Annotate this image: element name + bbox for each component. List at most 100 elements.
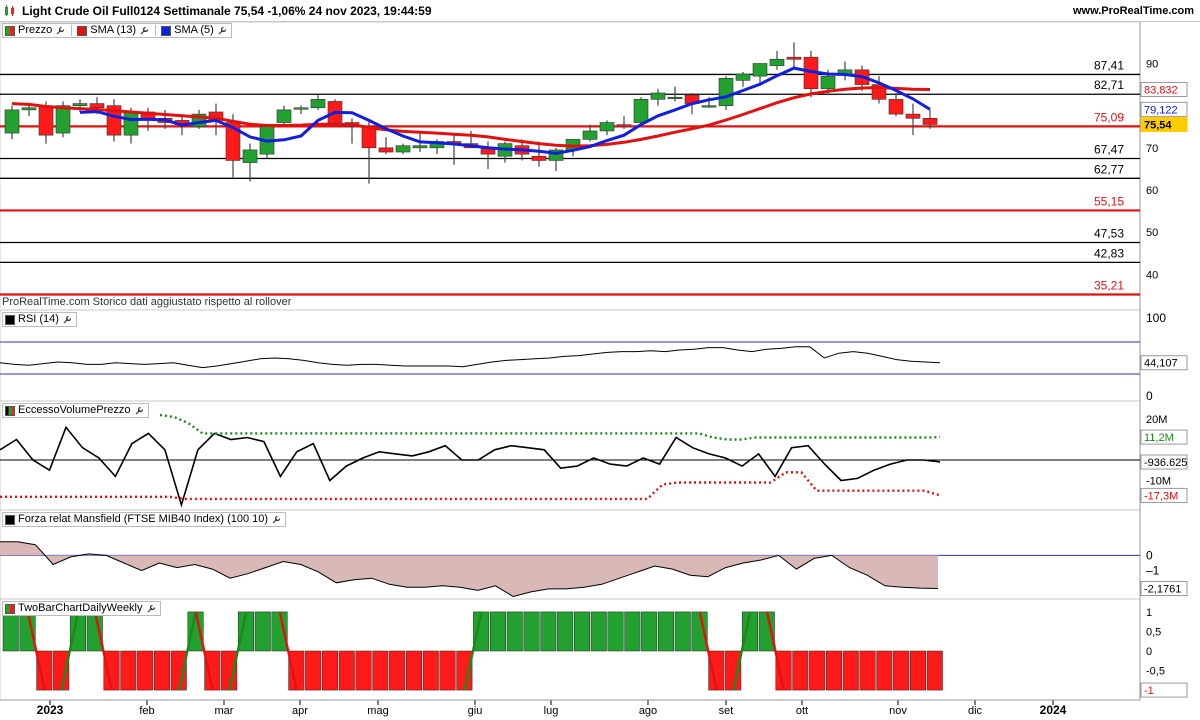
- candle-body: [395, 145, 411, 153]
- eccesso-y-tick-label: -10M: [1146, 475, 1171, 487]
- twobar-last-label: -1: [1144, 685, 1154, 697]
- twobar-bar: [137, 650, 154, 691]
- wrench-icon[interactable]: [62, 314, 73, 325]
- legend-separator: [71, 25, 73, 36]
- price-y-tick-label: 60: [1146, 185, 1158, 197]
- candle-body: [4, 109, 20, 134]
- mansfield-swatch-icon: [5, 514, 15, 525]
- brand-link[interactable]: www.ProRealTime.com: [1073, 5, 1194, 17]
- candle-body: [276, 109, 292, 123]
- twobar-bar: [842, 650, 859, 691]
- candle-body: [310, 99, 326, 109]
- twobar-y-tick-label: -0,5: [1146, 666, 1165, 678]
- eccesso-upper-last-label: 11,2M: [1144, 432, 1174, 444]
- wrench-icon[interactable]: [55, 25, 66, 36]
- eccesso-lower-last-label: -17,3M: [1144, 490, 1178, 502]
- twobar-bar: [876, 650, 893, 691]
- twobar-bar: [305, 650, 322, 691]
- rsi-last-label: 44,107: [1144, 358, 1178, 370]
- eccesso-line: [0, 425, 941, 508]
- twobar-bar: [321, 650, 338, 691]
- candle-body: [531, 155, 547, 161]
- twobar-bar: [926, 650, 943, 691]
- twobar-bar: [405, 650, 422, 691]
- candle-body: [735, 73, 751, 81]
- chart-area[interactable]: 40506070809087,4182,7175,0967,4762,7755,…: [0, 22, 1200, 720]
- twobar-bar: [893, 650, 910, 691]
- x-month-label: mar: [215, 705, 234, 717]
- wrench-icon[interactable]: [134, 405, 145, 416]
- twobar-legend-label: TwoBarChartDailyWeekly: [18, 602, 143, 614]
- title-bar: Light Crude Oil Full0124 Settimanale 75,…: [0, 0, 1200, 22]
- sma5-legend-label: SMA (5): [174, 24, 214, 36]
- twobar-bar: [657, 611, 674, 652]
- eccesso-lower-band: [0, 471, 941, 501]
- legend-separator: [155, 25, 157, 36]
- price-y-tick-label: 90: [1146, 59, 1158, 71]
- x-month-label: set: [719, 705, 734, 717]
- level-label: 67,47: [1094, 142, 1124, 156]
- twobar-bar: [825, 650, 842, 691]
- mansfield-legend-label: Forza relat Mansfield (FTSE MIB40 Index)…: [18, 513, 269, 525]
- twobar-bar: [909, 650, 926, 691]
- price-legend-label: Prezzo: [18, 24, 53, 36]
- candle-body: [378, 147, 394, 153]
- twobar-bar: [372, 650, 389, 691]
- twobar-bar: [523, 611, 540, 652]
- eccesso-last-label: -936.625: [1144, 457, 1187, 469]
- candle-body: [905, 113, 921, 119]
- x-month-label: ago: [639, 705, 657, 717]
- candle-body: [786, 56, 802, 60]
- candle-body: [888, 99, 904, 115]
- x-month-label: mag: [367, 705, 388, 717]
- candle-body: [820, 75, 836, 90]
- twobar-y-tick-label: 0,5: [1146, 626, 1161, 638]
- candle-body: [21, 107, 37, 111]
- twobar-bar: [489, 611, 506, 652]
- x-month-label: nov: [889, 705, 907, 717]
- price-panel-legend: Prezzo SMA (13) SMA (5): [2, 23, 232, 38]
- wrench-icon[interactable]: [139, 25, 150, 36]
- x-month-label: 2023: [37, 703, 64, 717]
- mansfield-panel-legend: Forza relat Mansfield (FTSE MIB40 Index)…: [2, 512, 287, 527]
- candle-body: [89, 103, 105, 109]
- rsi-legend-label: RSI (14): [18, 313, 59, 325]
- twobar-bar: [355, 650, 372, 691]
- candle-body: [599, 122, 615, 132]
- level-label: 75,09: [1094, 110, 1124, 124]
- twobar-y-tick-label: 0: [1146, 646, 1152, 658]
- wrench-icon[interactable]: [271, 514, 282, 525]
- candle-body: [922, 118, 938, 125]
- mansfield-y-tick-label: 0: [1146, 548, 1153, 562]
- twobar-bar: [422, 650, 439, 691]
- x-month-label: giu: [468, 705, 483, 717]
- level-label: 47,53: [1094, 227, 1124, 241]
- x-month-label: 2024: [1040, 703, 1067, 717]
- candle-body: [38, 105, 54, 136]
- sma13-last-label: 83,832: [1144, 85, 1178, 97]
- candle-body: [752, 63, 768, 77]
- rsi-line: [0, 346, 941, 369]
- candle-body: [361, 126, 377, 149]
- candle-body: [293, 107, 309, 110]
- twobar-bar: [506, 611, 523, 652]
- candle-body: [72, 103, 88, 106]
- wrench-icon[interactable]: [217, 25, 228, 36]
- candle-body: [650, 92, 666, 100]
- level-label: 42,83: [1094, 246, 1124, 260]
- eccesso-panel-legend: EccessoVolumePrezzo: [2, 403, 149, 418]
- rsi-panel-legend: RSI (14): [2, 312, 77, 327]
- chart-title: Light Crude Oil Full0124 Settimanale 75,…: [22, 4, 432, 18]
- price-y-tick-label: 40: [1146, 269, 1158, 281]
- twobar-bar: [338, 650, 355, 691]
- eccesso-y-tick-label: 20M: [1146, 414, 1167, 426]
- level-label: 55,15: [1094, 194, 1124, 208]
- level-label: 82,71: [1094, 78, 1124, 92]
- twobar-bar: [674, 611, 691, 652]
- candle-body: [123, 111, 139, 136]
- twobar-bar: [641, 611, 658, 652]
- twobar-swatch-icon: [5, 603, 15, 614]
- price-y-tick-label: 70: [1146, 143, 1158, 155]
- eccesso-legend-label: EccessoVolumePrezzo: [18, 404, 131, 416]
- wrench-icon[interactable]: [146, 603, 157, 614]
